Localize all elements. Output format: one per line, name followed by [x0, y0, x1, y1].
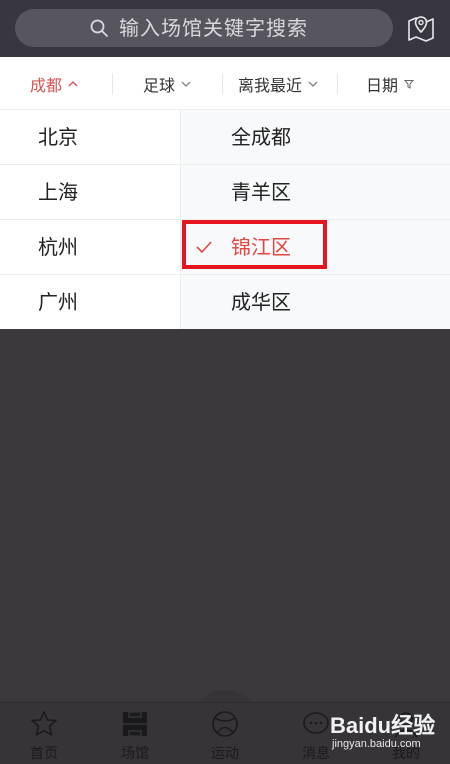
filter-city[interactable]: 成都: [30, 57, 78, 110]
filter-date[interactable]: 日期: [366, 57, 415, 110]
watermark-url: jingyan.baidu.com: [332, 738, 421, 750]
filter-bar: 成都 足球 离我最近 日期: [0, 57, 450, 110]
city-item[interactable]: 北京: [0, 110, 180, 165]
tab-sports[interactable]: 运动: [195, 703, 255, 764]
search-placeholder: 输入场馆关键字搜索: [119, 16, 308, 40]
city-item[interactable]: 上海: [0, 165, 180, 220]
top-header: 输入场馆关键字搜索: [0, 0, 450, 57]
tab-label: 运动: [211, 746, 239, 762]
tab-venues[interactable]: 场馆: [105, 703, 165, 764]
tab-label: 首页: [30, 746, 58, 762]
district-item[interactable]: 青羊区: [181, 165, 450, 220]
chevron-down-icon: [181, 81, 191, 87]
annotation-highlight-box: [182, 220, 327, 269]
city-item-label: 广州: [38, 290, 78, 314]
chat-bubble-icon: [303, 712, 329, 734]
filter-funnel-icon: [404, 79, 415, 89]
chevron-down-icon: [308, 81, 318, 87]
district-item[interactable]: 全成都: [181, 110, 450, 165]
filter-sport-label: 足球: [143, 75, 176, 95]
chevron-up-icon: [68, 80, 78, 86]
map-location-icon[interactable]: [405, 12, 437, 44]
filter-sport[interactable]: 足球: [143, 57, 191, 110]
city-item-label: 杭州: [38, 235, 78, 259]
filter-divider: [337, 73, 338, 95]
city-item-label: 上海: [38, 180, 78, 204]
city-list: 北京 上海 杭州 广州: [0, 110, 180, 329]
search-input[interactable]: 输入场馆关键字搜索: [15, 9, 393, 47]
watermark-brand: Baidu经验: [330, 713, 436, 738]
city-item[interactable]: 杭州: [0, 220, 180, 275]
filter-date-label: 日期: [366, 75, 399, 95]
tab-label: 场馆: [121, 746, 149, 762]
district-item-label: 青羊区: [231, 180, 291, 204]
field-icon: [123, 711, 147, 737]
star-icon: [31, 711, 57, 736]
city-item-label: 北京: [38, 125, 78, 149]
filter-sort-label: 离我最近: [238, 75, 303, 95]
filter-divider: [222, 73, 223, 95]
district-item-label: 全成都: [231, 125, 291, 149]
district-item-label: 成华区: [231, 290, 291, 314]
district-item[interactable]: 成华区: [181, 275, 450, 330]
filter-city-label: 成都: [30, 75, 63, 95]
baidu-watermark: Baidu经验 jingyan.baidu.com: [330, 708, 448, 762]
basketball-icon: [212, 711, 238, 737]
filter-divider: [112, 73, 113, 95]
filter-sort[interactable]: 离我最近: [238, 57, 318, 110]
search-icon: [90, 19, 108, 37]
tab-home[interactable]: 首页: [14, 703, 74, 764]
city-item[interactable]: 广州: [0, 275, 180, 330]
